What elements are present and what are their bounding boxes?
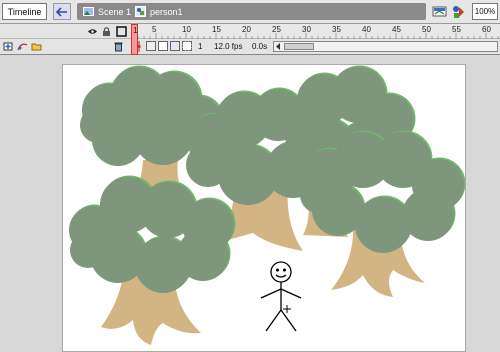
ruler-tick-label: 35 [332,25,341,34]
timeline-toggle-button[interactable]: Timeline [2,3,47,20]
ruler-tick-label: 40 [362,25,371,34]
edit-symbol-icon[interactable] [451,3,467,20]
ruler-tick-label: 55 [452,25,461,34]
graphic-symbol-icon [135,6,146,17]
ruler-tick-label: 50 [422,25,431,34]
tree[interactable] [69,175,236,346]
zoom-select[interactable]: 100% [472,3,498,20]
layer-controls [0,39,130,54]
ruler-tick-label: 10 [182,25,191,34]
stick-figure-symbol[interactable] [260,261,302,332]
trash-icon[interactable] [113,41,124,52]
eye-icon[interactable] [87,26,98,37]
insert-folder-icon[interactable] [31,41,42,52]
stage-artwork [69,65,466,346]
stage[interactable] [62,64,466,352]
layer-header [0,24,130,39]
symbol-label: person1 [150,6,183,17]
ruler-tick-label: 45 [392,25,401,34]
breadcrumb: Scene 1 person1 [77,3,426,20]
ruler-tick-label: 60 [482,25,491,34]
lock-icon[interactable] [101,26,112,37]
breadcrumb-symbol[interactable]: person1 [135,4,183,19]
ruler-tick-label: 5 [152,25,157,34]
edit-multiple-frames-icon[interactable] [170,41,180,51]
elapsed-time: 0.0s [252,42,268,51]
frame-rate[interactable]: 12.0 fps [214,41,242,52]
scene-label: Scene 1 [98,6,132,17]
ruler-tick-label: 15 [212,25,221,34]
flash-editor: Timeline Scene 1 person1 100% 5 10 15 20… [0,0,500,352]
frame-ruler[interactable]: 5 10 15 20 25 30 35 40 45 50 55 60 [130,24,500,39]
ruler-tick-label: 25 [272,25,281,34]
insert-layer-icon[interactable] [3,41,14,52]
tree[interactable] [300,130,466,298]
onion-skin-outlines-icon[interactable] [158,41,168,51]
modify-onion-markers-icon[interactable] [182,41,192,51]
scrollbar-thumb[interactable] [284,43,314,50]
center-frame-icon[interactable] [134,41,144,52]
timeline-status-bar: 1 12.0 fps 0.0s [130,39,500,54]
outline-icon[interactable] [116,26,127,37]
onion-skin-icon[interactable] [146,41,156,51]
edit-scene-icon[interactable] [432,3,448,20]
registration-point-icon [283,305,291,313]
breadcrumb-scene[interactable]: Scene 1 [83,4,131,19]
timeline-scrollbar[interactable] [273,41,498,52]
edit-bar: Timeline Scene 1 person1 100% [0,0,500,24]
add-motion-guide-icon[interactable] [17,41,28,52]
back-arrow-icon[interactable] [53,3,71,20]
ruler-tick-label: 20 [242,25,251,34]
scene-icon [83,7,94,16]
playhead-frame: 1 [133,26,138,35]
current-frame: 1 [198,42,203,51]
scroll-left-icon[interactable] [275,43,282,50]
timeline-panel: 5 10 15 20 25 30 35 40 45 50 55 60 1 1 12.0 fps 0.0… [0,24,500,55]
ruler-tick-label: 30 [302,25,311,34]
workspace [0,55,500,352]
